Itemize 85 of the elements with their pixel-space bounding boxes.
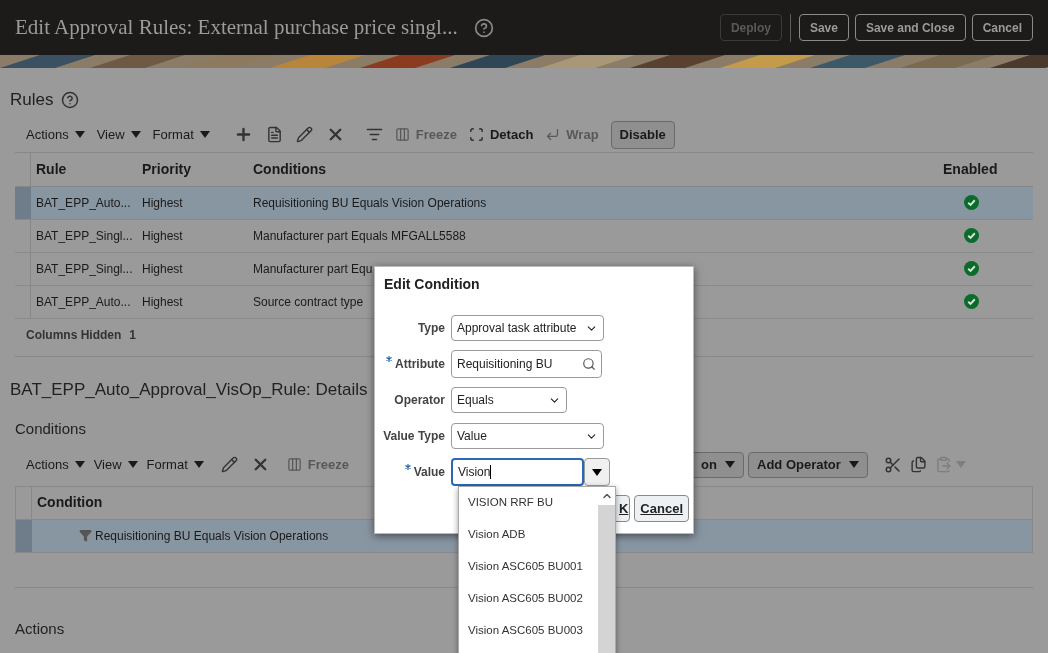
menu-button[interactable]: Actions <box>26 454 85 475</box>
table-cell-text: Requisitioning BU Equals Vision Operations <box>253 194 487 212</box>
subsection-title: Conditions <box>14 419 87 439</box>
wrap-icon <box>545 127 561 142</box>
table-cell-text: Highest <box>142 293 184 311</box>
caret-icon <box>955 461 966 468</box>
menu-button[interactable]: Actions <box>26 124 85 145</box>
menu-button[interactable]: View <box>93 454 138 475</box>
field-label: Value <box>413 464 445 481</box>
filter-icon[interactable] <box>365 126 383 143</box>
column-header: Conditions <box>253 159 327 179</box>
columns-icon <box>394 127 410 142</box>
disable-button[interactable]: Disable <box>610 120 675 149</box>
edit-icon[interactable] <box>295 126 313 143</box>
scrollbar[interactable] <box>598 487 615 653</box>
select-field[interactable]: Equals <box>451 387 567 413</box>
subsection-title: Actions <box>14 618 66 639</box>
columns-hidden-count: 1 <box>129 327 137 344</box>
table-cell-text: BAT_EPP_Auto... <box>35 293 132 311</box>
required-icon <box>386 356 392 362</box>
table-cell-text: BAT_EPP_Singl... <box>35 260 134 278</box>
dropdown-toggle[interactable] <box>584 458 610 486</box>
field-label: Operator <box>394 392 445 409</box>
caret-icon <box>74 461 85 468</box>
search-field[interactable]: Requisitioning BU <box>451 350 602 378</box>
duplicate-icon[interactable] <box>265 126 283 143</box>
select-field[interactable]: Approval task attribute <box>451 315 604 341</box>
dropdown-option[interactable]: Vision ASC605 BU002 <box>459 590 598 622</box>
column-header: Priority <box>142 159 192 179</box>
table-cell-text: BAT_EPP_Singl... <box>35 227 134 245</box>
header-button[interactable]: Save <box>798 14 849 41</box>
table-cell-text: Manufacturer part Equals MFGALL5588 <box>253 227 466 245</box>
search-icon[interactable] <box>582 357 596 371</box>
required-icon <box>404 464 411 470</box>
caret-icon <box>127 461 138 468</box>
help-icon[interactable] <box>473 17 494 38</box>
table-cell-text: Requisitioning BU Equals Vision Operations <box>95 527 329 545</box>
caret-icon <box>130 131 141 138</box>
page-title: Edit Approval Rules: External purchase price singl... <box>15 13 458 41</box>
dialog-button[interactable]: Cancel <box>634 495 689 522</box>
toolbar-button[interactable]: Detach <box>468 124 534 145</box>
table-cell-text: Manufacturer part Equ <box>253 260 373 278</box>
dropdown-button[interactable]: Add Operator <box>748 451 868 478</box>
field-label: Type <box>417 320 445 337</box>
table-cell-text: BAT_EPP_Auto... <box>35 194 132 212</box>
table-cell-text: Source contract type <box>253 293 364 311</box>
column-header: Rule <box>35 159 68 179</box>
menu-button[interactable]: Format <box>152 124 210 145</box>
field-label: Value Type <box>383 428 445 445</box>
menu-button[interactable]: View <box>96 124 141 145</box>
check-circle-icon <box>964 195 979 210</box>
caret-icon <box>725 461 735 468</box>
check-circle-icon <box>964 261 979 276</box>
edit-icon[interactable] <box>220 456 238 473</box>
header-button[interactable]: Save and Close <box>854 14 966 41</box>
columns-hidden-label: Columns Hidden <box>26 327 122 344</box>
select-field[interactable]: Value <box>451 423 604 449</box>
input-field[interactable]: Vision <box>451 458 584 486</box>
cut-icon[interactable] <box>883 455 902 474</box>
dropdown-option[interactable]: Vision ASC605 BU001 <box>459 558 598 590</box>
table-cell-text: Highest <box>142 260 184 278</box>
dropdown-option[interactable]: Vision ASC605 BU003 <box>459 622 598 653</box>
menu-button[interactable]: Format <box>146 454 204 475</box>
copy-icon[interactable] <box>909 456 927 473</box>
column-header: Enabled <box>943 159 999 179</box>
caret-icon <box>199 131 210 138</box>
table-cell-text: Highest <box>142 194 184 212</box>
detach-icon <box>468 127 484 142</box>
table-row[interactable]: BAT_EPP_Singl... Highest Manufacturer part Equals MFGALL5588 <box>15 219 1033 253</box>
header-button[interactable]: Cancel <box>971 14 1033 41</box>
caret-icon <box>74 131 85 138</box>
table-cell-text: Highest <box>142 227 184 245</box>
check-circle-icon <box>964 294 979 309</box>
table-row[interactable]: BAT_EPP_Auto... Highest Requisitioning BU Equals Vision Operations <box>15 186 1033 220</box>
details-title: BAT_EPP_Auto_Approval_VisOp_Rule: Details <box>9 378 369 401</box>
field-label: Attribute <box>395 356 445 373</box>
help-icon[interactable] <box>61 90 80 109</box>
caret-icon <box>848 461 859 468</box>
caret-icon <box>592 468 602 476</box>
check-circle-icon <box>964 228 979 243</box>
columns-icon <box>286 457 302 472</box>
column-header: Condition <box>36 493 103 512</box>
caret-icon <box>193 461 204 468</box>
section-title: Rules <box>10 89 54 111</box>
filter-icon <box>79 529 92 542</box>
